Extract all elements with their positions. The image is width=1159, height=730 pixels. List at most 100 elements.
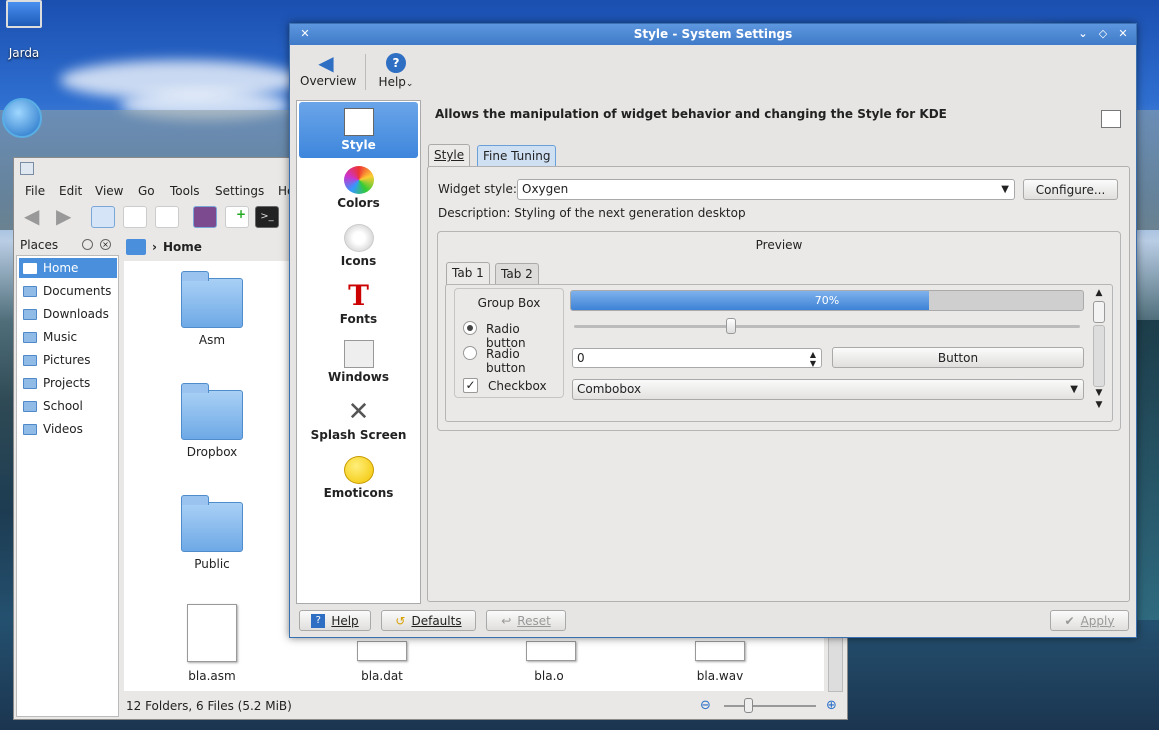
app-menu-icon[interactable]: ✕ [298, 27, 312, 41]
icons-view-icon[interactable] [91, 206, 115, 228]
tab-style[interactable]: Style [428, 144, 471, 167]
places-close-icon[interactable]: × [100, 239, 111, 250]
menu-go[interactable]: Go [138, 184, 155, 198]
overview-button[interactable]: ◀ Overview [300, 52, 357, 88]
window-title: Style - System Settings [633, 27, 793, 41]
place-pictures[interactable]: Pictures [19, 350, 117, 370]
file-name[interactable]: bla.asm [152, 669, 272, 683]
windows-icon [343, 340, 374, 368]
split-icon[interactable]: + [225, 206, 249, 228]
places-config-icon[interactable] [82, 239, 93, 250]
defaults-icon: ↺ [395, 613, 406, 628]
defaults-button[interactable]: ↺ Defaults [381, 610, 476, 631]
category-emoticons[interactable]: Emoticons [299, 450, 418, 506]
file-name[interactable]: bla.o [489, 669, 609, 683]
preview-tab-2[interactable]: Tab 2 [495, 263, 539, 285]
place-music[interactable]: Music [19, 327, 117, 347]
radio-button-checked[interactable] [463, 321, 477, 335]
category-icons[interactable]: Icons [299, 218, 418, 274]
back-arrow-icon[interactable]: ◀ [24, 206, 48, 228]
help-menu-button[interactable]: ? Help⌄ [378, 52, 414, 89]
menu-settings[interactable]: Settings [215, 184, 264, 198]
preview-tab-panel: Group Box Radio button Radio button ✓ Ch… [445, 284, 1113, 422]
slider-track[interactable] [574, 325, 1080, 328]
menu-edit[interactable]: Edit [59, 184, 82, 198]
details-view-icon[interactable] [123, 206, 147, 228]
maximize-icon[interactable]: ◇ [1096, 27, 1110, 41]
file-name[interactable]: Dropbox [152, 445, 272, 459]
zoom-slider-handle[interactable] [744, 698, 753, 713]
place-documents[interactable]: Documents [19, 281, 117, 301]
help-icon: ? [311, 613, 326, 628]
text-file-icon[interactable] [187, 604, 237, 662]
place-projects[interactable]: Projects [19, 373, 117, 393]
file-name[interactable]: Public [152, 557, 272, 571]
breadcrumb[interactable]: › Home [126, 238, 202, 256]
scrollbar-thumb[interactable] [1093, 301, 1105, 323]
category-fonts[interactable]: T Fonts [299, 276, 418, 332]
forward-arrow-icon[interactable]: ▶ [56, 206, 80, 228]
menu-view[interactable]: View [95, 184, 123, 198]
preview-button[interactable]: Button [832, 347, 1084, 368]
progress-bar: 70% [570, 290, 1084, 311]
scrollbar-track[interactable] [1093, 325, 1105, 387]
configure-button[interactable]: Configure... [1023, 179, 1118, 200]
object-file-icon[interactable] [526, 641, 576, 661]
smiley-icon [343, 456, 374, 484]
apply-button[interactable]: ✔ Apply [1050, 610, 1129, 631]
file-view-scrollbar[interactable] [828, 636, 843, 692]
dolphin-app-icon [20, 162, 34, 175]
user-computer-icon[interactable]: Jarda [4, 0, 44, 60]
globe-icon[interactable] [2, 98, 42, 138]
menu-tools[interactable]: Tools [170, 184, 200, 198]
category-windows[interactable]: Windows [299, 334, 418, 390]
audio-file-icon[interactable] [695, 641, 745, 661]
category-colors[interactable]: Colors [299, 160, 418, 216]
columns-view-icon[interactable] [155, 206, 179, 228]
scroll-down-icon[interactable]: ▼ ▼ [1091, 387, 1107, 411]
close-icon[interactable]: ✕ [1116, 27, 1130, 41]
preview-icon[interactable] [193, 206, 217, 228]
radio-button-label[interactable]: Radio button [486, 322, 563, 350]
file-name[interactable]: bla.dat [322, 669, 442, 683]
zoom-in-icon[interactable]: ⊕ [826, 698, 837, 713]
folder-icon [23, 331, 37, 343]
terminal-icon[interactable]: >_ [255, 206, 279, 228]
place-home[interactable]: Home [19, 258, 117, 278]
checkbox-label[interactable]: Checkbox [488, 379, 547, 393]
category-splash-screen[interactable]: ✕ Splash Screen [299, 392, 418, 448]
zoom-slider[interactable] [724, 705, 816, 707]
file-name[interactable]: bla.wav [660, 669, 780, 683]
tab-fine-tuning[interactable]: Fine Tuning [477, 145, 557, 167]
slider-handle[interactable] [725, 318, 736, 334]
preview-tab-1[interactable]: Tab 1 [446, 262, 490, 285]
folder-icon[interactable] [181, 495, 243, 552]
place-school[interactable]: School [19, 396, 117, 416]
window-titlebar[interactable]: Style - System Settings ✕ ⌄ ◇ ✕ [290, 24, 1136, 45]
place-videos[interactable]: Videos [19, 419, 117, 439]
scroll-up-icon[interactable]: ▲ [1091, 287, 1107, 299]
category-style[interactable]: Style [299, 102, 418, 158]
radio-button-unchecked[interactable] [463, 346, 477, 360]
preview-scrollbar[interactable]: ▲ ▼ ▼ [1091, 287, 1107, 415]
widget-style-combo[interactable]: Oxygen ▼ [517, 179, 1015, 200]
help-button[interactable]: ? Help [299, 610, 371, 631]
file-name[interactable]: Asm [152, 333, 272, 347]
place-downloads[interactable]: Downloads [19, 304, 117, 324]
images-folder-icon[interactable] [181, 383, 243, 440]
checkbox[interactable]: ✓ [463, 378, 478, 393]
minimize-icon[interactable]: ⌄ [1076, 27, 1090, 41]
preview-combobox[interactable]: Combobox ▼ [572, 379, 1084, 400]
breadcrumb-home[interactable]: Home [163, 240, 202, 254]
data-file-icon[interactable] [357, 641, 407, 661]
zoom-out-icon[interactable]: ⊖ [700, 698, 711, 713]
spin-box[interactable]: 0 ▲ ▼ [572, 348, 822, 368]
group-box-title: Group Box [477, 296, 541, 310]
status-text: 12 Folders, 6 Files (5.2 MiB) [126, 699, 292, 713]
menu-file[interactable]: File [25, 184, 45, 198]
places-panel: Home Documents Downloads Music Pictures … [16, 255, 119, 717]
home-icon [126, 239, 146, 255]
radio-button-label[interactable]: Radio button [486, 347, 563, 375]
folder-icon[interactable] [181, 271, 243, 328]
reset-button[interactable]: ↩ Reset [486, 610, 566, 631]
